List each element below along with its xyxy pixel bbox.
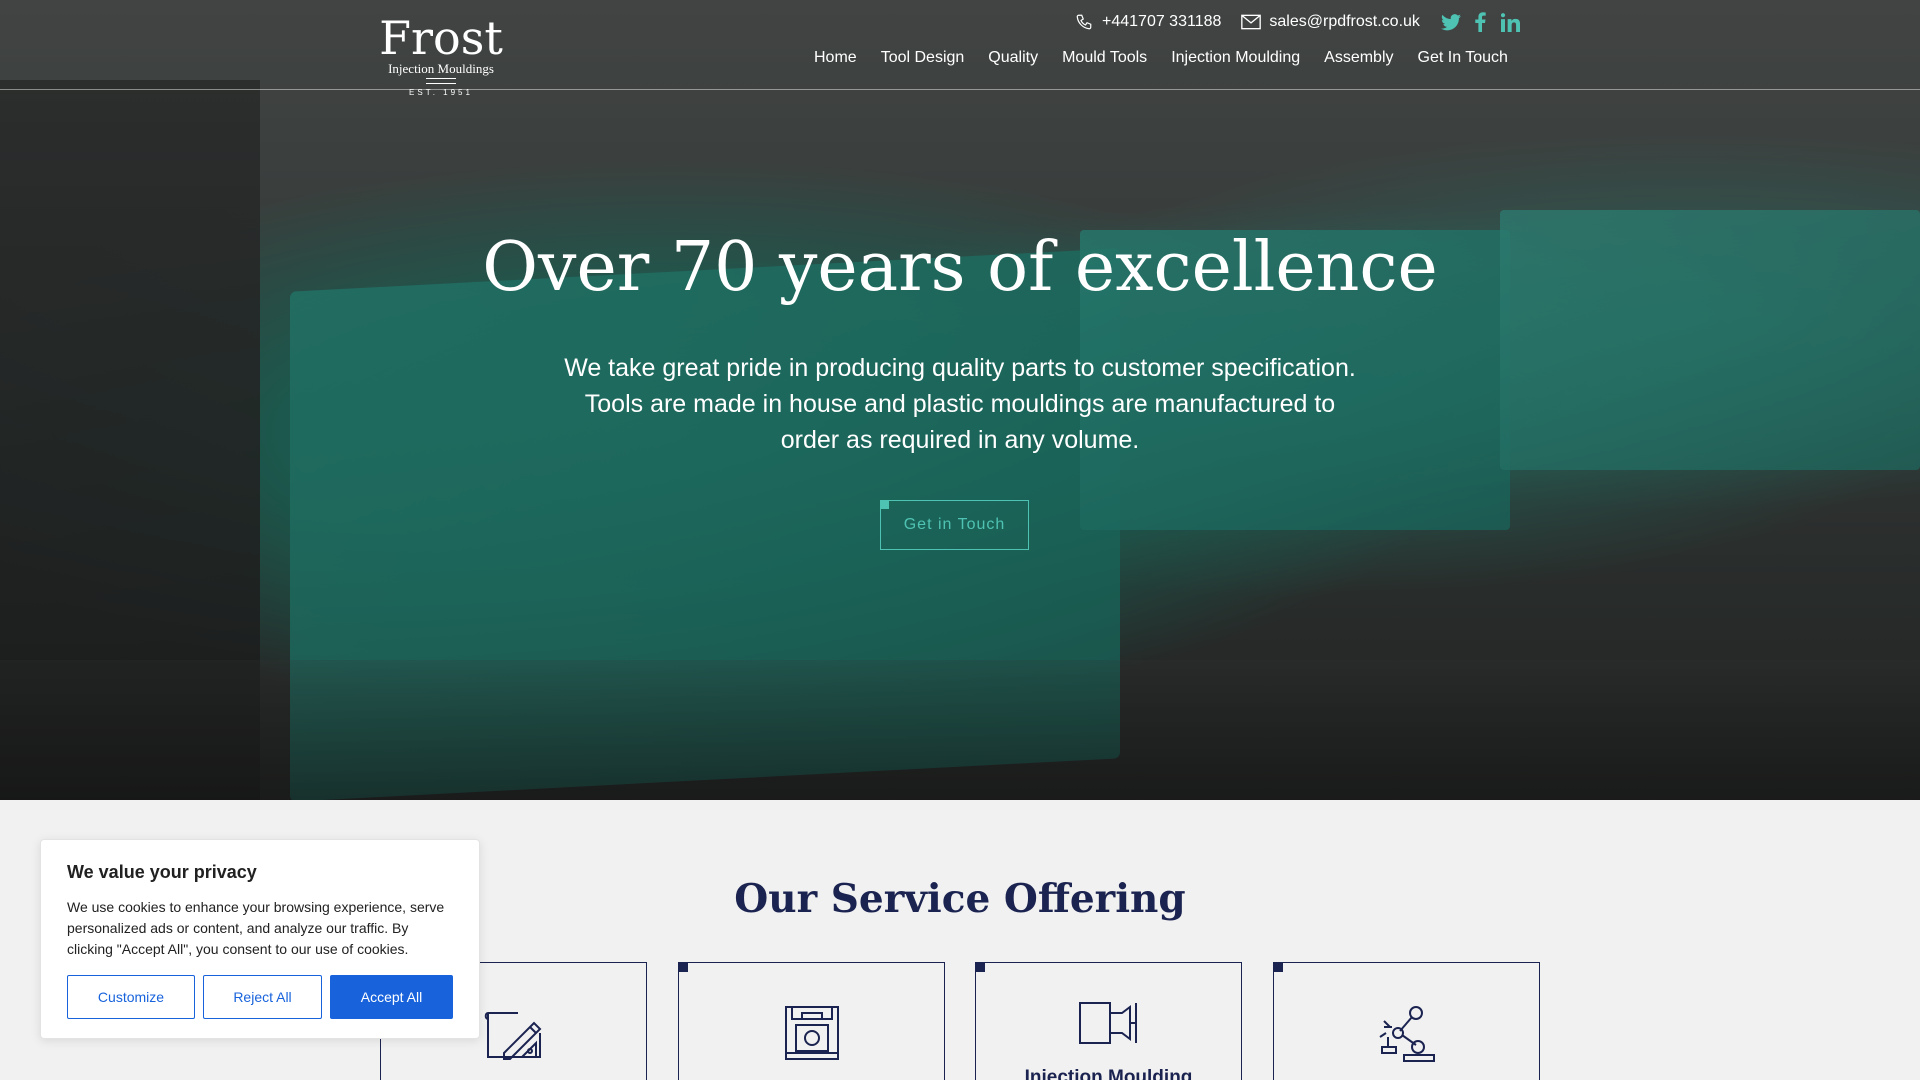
email-address: sales@rpdfrost.co.uk <box>1269 13 1420 30</box>
service-card-mould-tools[interactable] <box>678 962 945 1080</box>
mould-tool-icon <box>782 1003 842 1067</box>
nav-item-tool-design[interactable]: Tool Design <box>881 49 965 67</box>
service-card-assembly[interactable] <box>1273 962 1540 1080</box>
robot-arm-icon <box>1376 1003 1438 1069</box>
service-card-injection-moulding[interactable]: Injection Moulding <box>975 962 1242 1080</box>
logo-wordmark: Frost <box>379 11 503 65</box>
cookie-consent-banner: We value your privacy We use cookies to … <box>40 839 480 1039</box>
logo-ornament <box>426 78 456 84</box>
envelope-icon <box>1241 12 1262 32</box>
card-corner-accent <box>976 963 985 972</box>
card-corner-accent <box>679 963 688 972</box>
cookie-text: We use cookies to enhance your browsing … <box>67 899 445 957</box>
card-corner-accent <box>1274 963 1283 972</box>
phone-contact[interactable]: +441707 331188 <box>1074 12 1221 32</box>
facebook-icon[interactable] <box>1470 11 1492 33</box>
logo-established: EST. 1951 <box>409 88 473 97</box>
hero-section: Frost Injection Mouldings EST. 1951 +441… <box>0 0 1920 800</box>
hero-description: We take great pride in producing quality… <box>564 354 1356 454</box>
header-contact-bar: +441707 331188 sales@rpdfrost.co.uk <box>1074 10 1530 34</box>
social-links <box>1440 11 1530 33</box>
nav-item-home[interactable]: Home <box>814 49 857 67</box>
linkedin-icon[interactable] <box>1500 11 1522 33</box>
get-in-touch-label: Get in Touch <box>903 516 1006 533</box>
main-nav: Home Tool Design Quality Mould Tools Inj… <box>814 49 1508 67</box>
nav-item-injection-moulding[interactable]: Injection Moulding <box>1171 49 1300 67</box>
injection-moulding-icon <box>1078 999 1140 1051</box>
cookie-actions: Customize Reject All Accept All <box>67 975 453 1019</box>
accept-all-button[interactable]: Accept All <box>330 975 453 1019</box>
get-in-touch-button[interactable]: Get in Touch <box>880 500 1029 550</box>
twitter-icon[interactable] <box>1440 11 1462 33</box>
reject-all-button[interactable]: Reject All <box>203 975 322 1019</box>
logo-subtitle: Injection Mouldings <box>388 61 494 76</box>
nav-item-assembly[interactable]: Assembly <box>1324 49 1393 67</box>
phone-icon <box>1074 12 1094 32</box>
design-drawing-icon <box>482 1003 546 1071</box>
customize-button[interactable]: Customize <box>67 975 195 1019</box>
nav-item-mould-tools[interactable]: Mould Tools <box>1062 49 1147 67</box>
button-corner-accent <box>881 501 889 509</box>
service-card-label: Injection Moulding <box>1024 1067 1193 1080</box>
nav-item-quality[interactable]: Quality <box>988 49 1038 67</box>
phone-number: +441707 331188 <box>1102 13 1222 30</box>
site-logo[interactable]: Frost Injection Mouldings EST. 1951 <box>372 14 510 97</box>
hero-title: Over 70 years of excellence <box>482 228 1438 307</box>
email-contact[interactable]: sales@rpdfrost.co.uk <box>1241 12 1420 32</box>
cookie-title: We value your privacy <box>67 862 257 882</box>
nav-item-get-in-touch[interactable]: Get In Touch <box>1418 49 1508 67</box>
header-divider <box>0 89 1920 90</box>
